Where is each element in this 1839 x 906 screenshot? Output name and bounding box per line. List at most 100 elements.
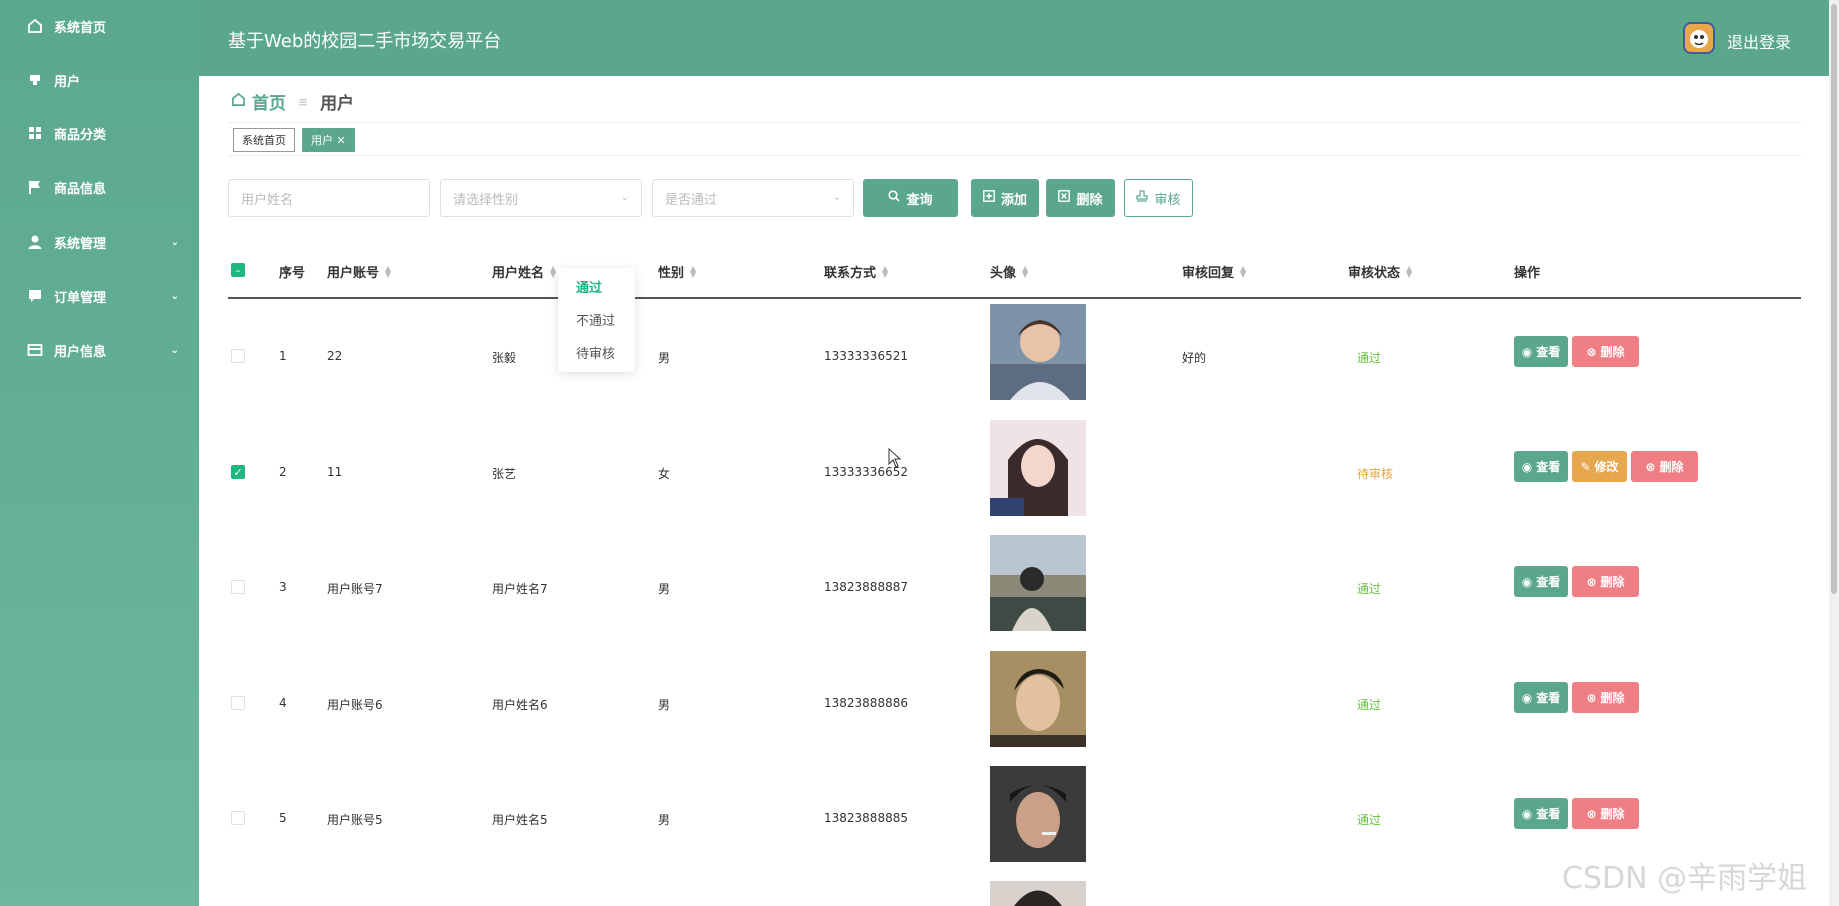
user-tag-icon xyxy=(27,72,43,88)
row-gender: 男 xyxy=(658,813,671,827)
user-photo[interactable] xyxy=(990,881,1086,906)
scrollbar-thumb[interactable] xyxy=(1831,4,1837,594)
sidebar-item-label: 商品分类 xyxy=(54,127,107,143)
view-button[interactable]: ◉ 查看 xyxy=(1514,336,1568,367)
close-circle-icon: ⊗ xyxy=(1586,344,1597,359)
column-header-label: 联系方式 xyxy=(824,266,877,281)
row-gender: 男 xyxy=(658,698,671,712)
sidebar-item-products[interactable]: 商品信息 xyxy=(0,167,199,207)
sort-icon[interactable]: ▲ ▼ xyxy=(690,264,696,278)
home-icon xyxy=(27,18,43,34)
column-header-label: 操作 xyxy=(1514,266,1541,281)
delete-square-icon xyxy=(1058,190,1071,206)
status-badge: 通过 xyxy=(1357,582,1382,596)
tab-home[interactable]: 系统首页 xyxy=(233,128,295,152)
delete-row-button[interactable]: ⊗ 删除 xyxy=(1572,566,1639,597)
avatar[interactable] xyxy=(1683,22,1715,54)
breadcrumb-separator: ≡ xyxy=(298,94,309,109)
column-header-account[interactable]: 用户账号 ▲ ▼ xyxy=(327,262,391,281)
sidebar-item-label: 商品信息 xyxy=(54,181,107,197)
column-header-gender[interactable]: 性别 ▲ ▼ xyxy=(658,262,696,281)
row-checkbox[interactable] xyxy=(231,349,245,363)
column-header-photo[interactable]: 头像 ▲ ▼ xyxy=(990,262,1028,281)
column-header-name[interactable]: 用户姓名 ▲ ▼ xyxy=(492,262,556,281)
user-photo[interactable] xyxy=(990,535,1086,631)
dropdown-option-rejected[interactable]: 不通过 xyxy=(576,310,615,329)
query-button-label: 查询 xyxy=(906,192,933,208)
divider xyxy=(228,155,1801,156)
row-checkbox[interactable] xyxy=(231,696,245,710)
sidebar-item-home[interactable]: 系统首页 xyxy=(0,6,199,46)
row-name: 用户姓名5 xyxy=(492,813,548,827)
user-photo[interactable] xyxy=(990,766,1086,862)
sort-icon[interactable]: ▲ ▼ xyxy=(882,264,888,278)
delete-button-label: 删除 xyxy=(1600,345,1625,359)
flag-icon xyxy=(27,179,43,195)
row-checkbox[interactable]: ✓ xyxy=(231,465,245,479)
view-button[interactable]: ◉ 查看 xyxy=(1514,566,1568,597)
tab-users[interactable]: 用户 ✕ xyxy=(302,128,355,152)
add-button[interactable]: 添加 xyxy=(971,179,1039,217)
row-phone: 13823888886 xyxy=(824,696,908,710)
chevron-down-icon: ⌄ xyxy=(170,236,179,248)
sort-icon[interactable]: ▲ ▼ xyxy=(1022,264,1028,278)
delete-row-button[interactable]: ⊗ 删除 xyxy=(1572,336,1639,367)
breadcrumb-current: 用户 xyxy=(320,94,355,114)
view-button[interactable]: ◉ 查看 xyxy=(1514,451,1568,482)
status-filter-dropdown: 通过 不通过 待审核 xyxy=(558,268,635,372)
row-name: 张艺 xyxy=(492,467,517,481)
sidebar-item-label: 订单管理 xyxy=(54,290,107,306)
row-gender: 男 xyxy=(658,351,671,365)
name-search-input[interactable]: 用户姓名 xyxy=(228,179,430,217)
chevron-down-icon: ⌄ xyxy=(832,192,841,203)
edit-button[interactable]: ✎ 修改 xyxy=(1572,451,1627,482)
dropdown-option-approved[interactable]: 通过 xyxy=(576,277,602,296)
row-checkbox[interactable] xyxy=(231,811,245,825)
view-button-label: 查看 xyxy=(1536,691,1561,705)
logout-button[interactable]: 退出登录 xyxy=(1727,29,1791,53)
sidebar-item-categories[interactable]: 商品分类 xyxy=(0,113,199,153)
user-photo[interactable] xyxy=(990,420,1086,516)
column-header-status[interactable]: 审核状态 ▲ ▼ xyxy=(1348,262,1412,281)
sidebar-item-orders[interactable]: 订单管理 ⌄ xyxy=(0,276,199,316)
column-header-label: 用户账号 xyxy=(327,266,380,281)
delete-row-button[interactable]: ⊗ 删除 xyxy=(1631,451,1698,482)
row-checkbox[interactable] xyxy=(231,580,245,594)
home-icon xyxy=(231,92,246,112)
column-header-label: 序号 xyxy=(279,266,306,281)
sidebar-item-users[interactable]: 用户 xyxy=(0,60,199,100)
status-badge: 通过 xyxy=(1357,351,1382,365)
column-header-reply[interactable]: 审核回复 ▲ ▼ xyxy=(1182,262,1246,281)
review-button[interactable]: 审核 xyxy=(1124,179,1193,217)
user-photo[interactable] xyxy=(990,304,1086,400)
row-index: 2 xyxy=(279,465,287,479)
row-name: 张毅 xyxy=(492,351,517,365)
delete-button-label: 删除 xyxy=(1659,460,1684,474)
row-account: 用户账号7 xyxy=(327,582,383,596)
dropdown-option-pending[interactable]: 待审核 xyxy=(576,343,615,362)
breadcrumb-home[interactable]: 首页 xyxy=(252,89,286,114)
column-header-phone[interactable]: 联系方式 ▲ ▼ xyxy=(824,262,888,281)
approved-select[interactable]: 是否通过 ⌄ xyxy=(652,179,854,217)
delete-row-button[interactable]: ⊗ 删除 xyxy=(1572,798,1639,829)
sidebar-item-system[interactable]: 系统管理 ⌄ xyxy=(0,222,199,262)
sort-icon[interactable]: ▲ ▼ xyxy=(1240,264,1246,278)
query-button[interactable]: 查询 xyxy=(863,179,958,217)
sidebar-item-user-info[interactable]: 用户信息 ⌄ xyxy=(0,330,199,370)
delete-button[interactable]: 删除 xyxy=(1046,179,1115,217)
gender-select[interactable]: 请选择性别 ⌄ xyxy=(440,179,642,217)
view-button[interactable]: ◉ 查看 xyxy=(1514,682,1568,713)
sort-icon[interactable]: ▲ ▼ xyxy=(385,264,391,278)
eye-icon: ◉ xyxy=(1521,344,1533,359)
app-title: 基于Web的校园二手市场交易平台 xyxy=(228,31,502,52)
status-badge: 待审核 xyxy=(1357,467,1394,481)
user-photo[interactable] xyxy=(990,651,1086,747)
row-gender: 男 xyxy=(658,582,671,596)
view-button-label: 查看 xyxy=(1536,345,1561,359)
delete-row-button[interactable]: ⊗ 删除 xyxy=(1572,682,1639,713)
view-button[interactable]: ◉ 查看 xyxy=(1514,798,1568,829)
select-all-checkbox[interactable]: – xyxy=(231,263,245,277)
delete-button-label: 删除 xyxy=(1600,575,1625,589)
sort-icon[interactable]: ▲ ▼ xyxy=(1406,264,1412,278)
sort-icon[interactable]: ▲ ▼ xyxy=(550,264,556,278)
